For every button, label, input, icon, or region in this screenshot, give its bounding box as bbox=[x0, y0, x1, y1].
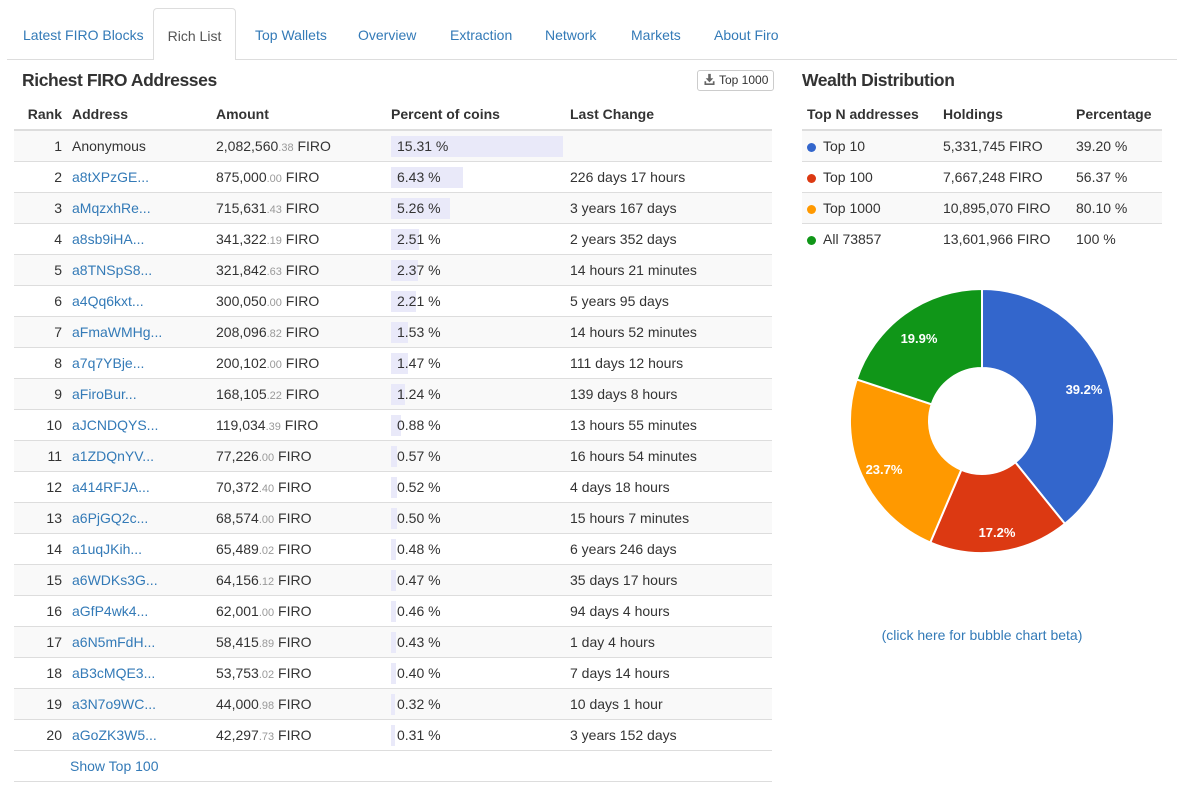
svg-text:39.2%: 39.2% bbox=[1066, 382, 1103, 397]
svg-text:19.9%: 19.9% bbox=[901, 331, 938, 346]
svg-text:23.7%: 23.7% bbox=[866, 462, 903, 477]
svg-text:17.2%: 17.2% bbox=[979, 525, 1016, 540]
